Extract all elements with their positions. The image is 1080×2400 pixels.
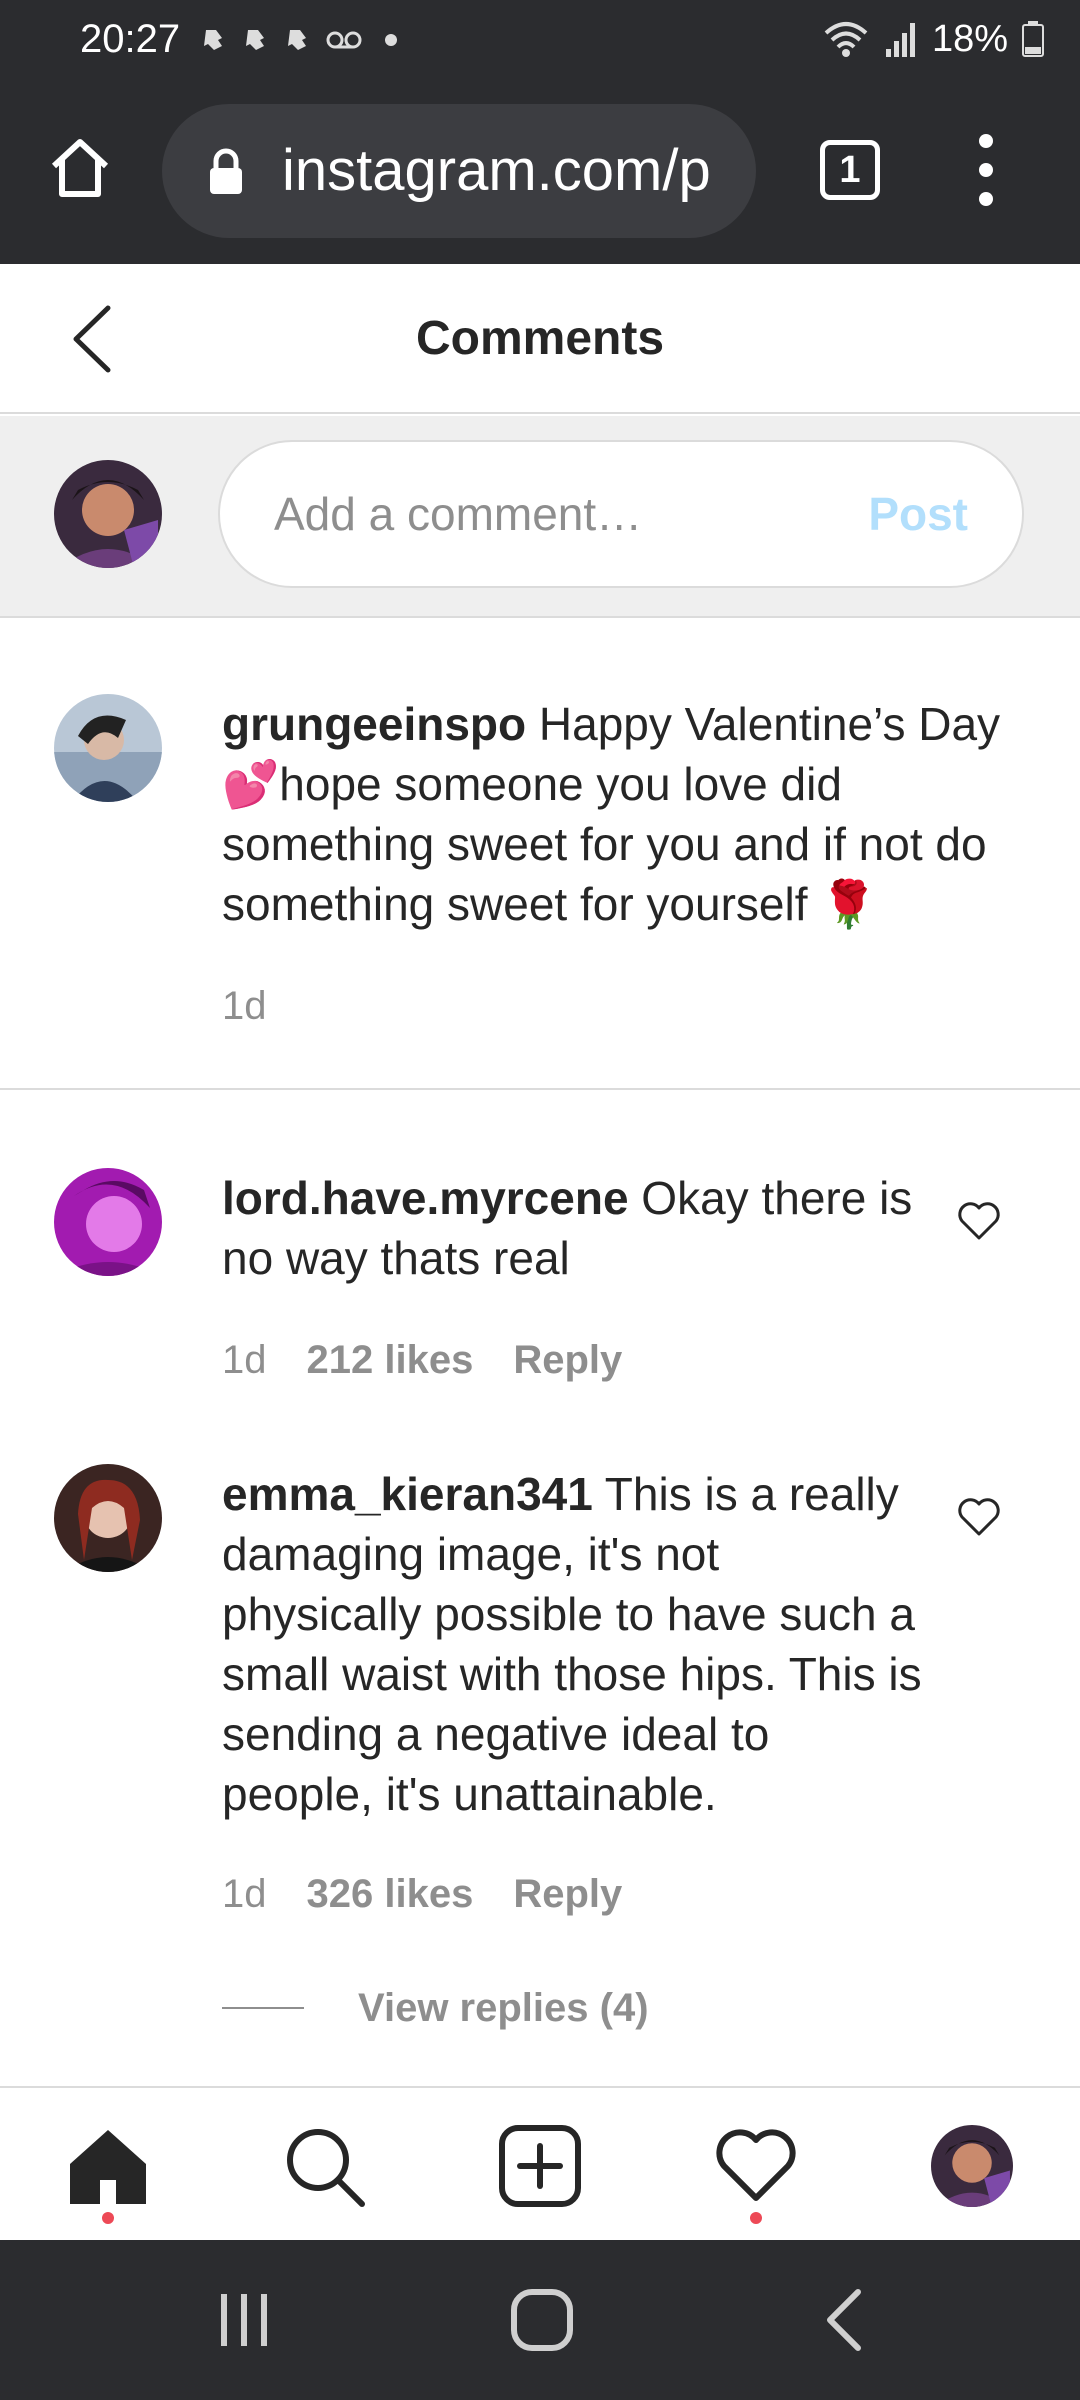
caption-meta: 1d <box>222 984 267 1029</box>
nav-home[interactable] <box>66 2124 150 2208</box>
browser-menu-button[interactable] <box>966 134 1006 206</box>
activity-heart-icon <box>716 2129 796 2201</box>
comment-likes[interactable]: 212 likes <box>307 1338 474 1383</box>
app-icon <box>246 30 264 50</box>
caption-username[interactable]: grungeeinspo <box>222 698 526 750</box>
nav-activity[interactable] <box>714 2124 798 2208</box>
menu-dot <box>979 134 993 148</box>
nav-profile[interactable] <box>930 2124 1014 2208</box>
notification-icons <box>200 20 406 60</box>
reply-button[interactable]: Reply <box>513 1872 622 1917</box>
comment-username[interactable]: emma_kieran341 <box>222 1468 593 1520</box>
url-text: instagram.com/p <box>282 138 711 203</box>
system-back-button[interactable] <box>806 2280 886 2360</box>
page-title: Comments <box>415 312 665 365</box>
comment-text: lord.have.myrcene Okay there is no way t… <box>222 1168 922 1288</box>
search-icon <box>287 2129 365 2207</box>
status-bar: 20:27 18% <box>0 0 1080 78</box>
tab-switcher-button[interactable]: 1 <box>820 140 880 200</box>
caption-author-avatar[interactable] <box>54 694 162 802</box>
recent-apps-icon <box>221 2294 267 2346</box>
comment-text: emma_kieran341 This is a really damaging… <box>222 1464 922 1824</box>
menu-dot <box>979 163 993 177</box>
replies-line <box>222 2007 304 2009</box>
hearts-emoji: 💕 <box>222 758 280 810</box>
add-comment-bar: Post <box>0 416 1080 618</box>
like-heart-icon[interactable] <box>956 1200 1002 1242</box>
caption-timestamp: 1d <box>222 984 267 1028</box>
address-bar[interactable]: instagram.com/p <box>162 104 756 238</box>
system-navigation-bar <box>0 2240 1080 2400</box>
reply-button[interactable]: Reply <box>513 1338 622 1383</box>
battery-icon <box>1022 21 1044 57</box>
comment-username[interactable]: lord.have.myrcene <box>222 1172 629 1224</box>
browser-home-button[interactable] <box>44 132 116 204</box>
system-home-icon <box>511 2289 573 2351</box>
voicemail-icon <box>326 31 362 49</box>
commenter-avatar[interactable] <box>54 1168 162 1276</box>
nav-new-post[interactable] <box>498 2124 582 2208</box>
app-icon <box>288 30 306 50</box>
activity-notification-dot <box>750 2212 762 2224</box>
comments-header: Comments <box>0 264 1080 414</box>
view-replies-label: View replies (4) <box>358 1985 649 2030</box>
like-heart-icon[interactable] <box>956 1496 1002 1538</box>
browser-toolbar: instagram.com/p 1 <box>0 78 1080 264</box>
bottom-navigation <box>0 2086 1080 2240</box>
status-time: 20:27 <box>80 17 181 61</box>
comment-meta: 1d 326 likes Reply <box>222 1872 622 1917</box>
home-notification-dot <box>102 2212 114 2224</box>
home-outline-icon <box>51 139 109 197</box>
recent-apps-button[interactable] <box>204 2280 284 2360</box>
comment-body: This is a really damaging image, it's no… <box>222 1468 922 1820</box>
profile-avatar <box>931 2125 1013 2207</box>
divider <box>0 1088 1080 1090</box>
commenter-avatar[interactable] <box>54 1464 162 1572</box>
current-user-avatar <box>54 460 162 568</box>
view-replies-button[interactable]: View replies (4) <box>222 1980 649 2036</box>
dot-icon <box>385 34 397 46</box>
status-right: 18% <box>822 14 1044 64</box>
post-button[interactable]: Post <box>868 442 968 586</box>
comment-timestamp: 1d <box>222 1338 267 1382</box>
rose-emoji: 🌹 <box>820 878 878 930</box>
comment-likes[interactable]: 326 likes <box>307 1872 474 1917</box>
comment-box: Post <box>218 440 1024 588</box>
caption-text: grungeeinspo Happy Valentine’s Day 💕hope… <box>222 694 1022 934</box>
system-home-button[interactable] <box>502 2280 582 2360</box>
home-icon <box>70 2130 146 2204</box>
app-icon <box>204 30 222 50</box>
new-post-icon <box>499 2125 581 2207</box>
comment-timestamp: 1d <box>222 1872 267 1916</box>
lock-icon <box>210 148 242 194</box>
menu-dot <box>979 192 993 206</box>
wifi-icon <box>824 22 868 57</box>
signal-icon <box>885 23 915 57</box>
caption-text-part: Happy Valentine’s Day <box>526 698 1001 750</box>
battery-percentage: 18% <box>931 17 1008 60</box>
nav-search[interactable] <box>282 2124 366 2208</box>
system-back-icon <box>827 2289 861 2351</box>
comment-meta: 1d 212 likes Reply <box>222 1338 622 1383</box>
comment-input[interactable] <box>274 442 834 586</box>
